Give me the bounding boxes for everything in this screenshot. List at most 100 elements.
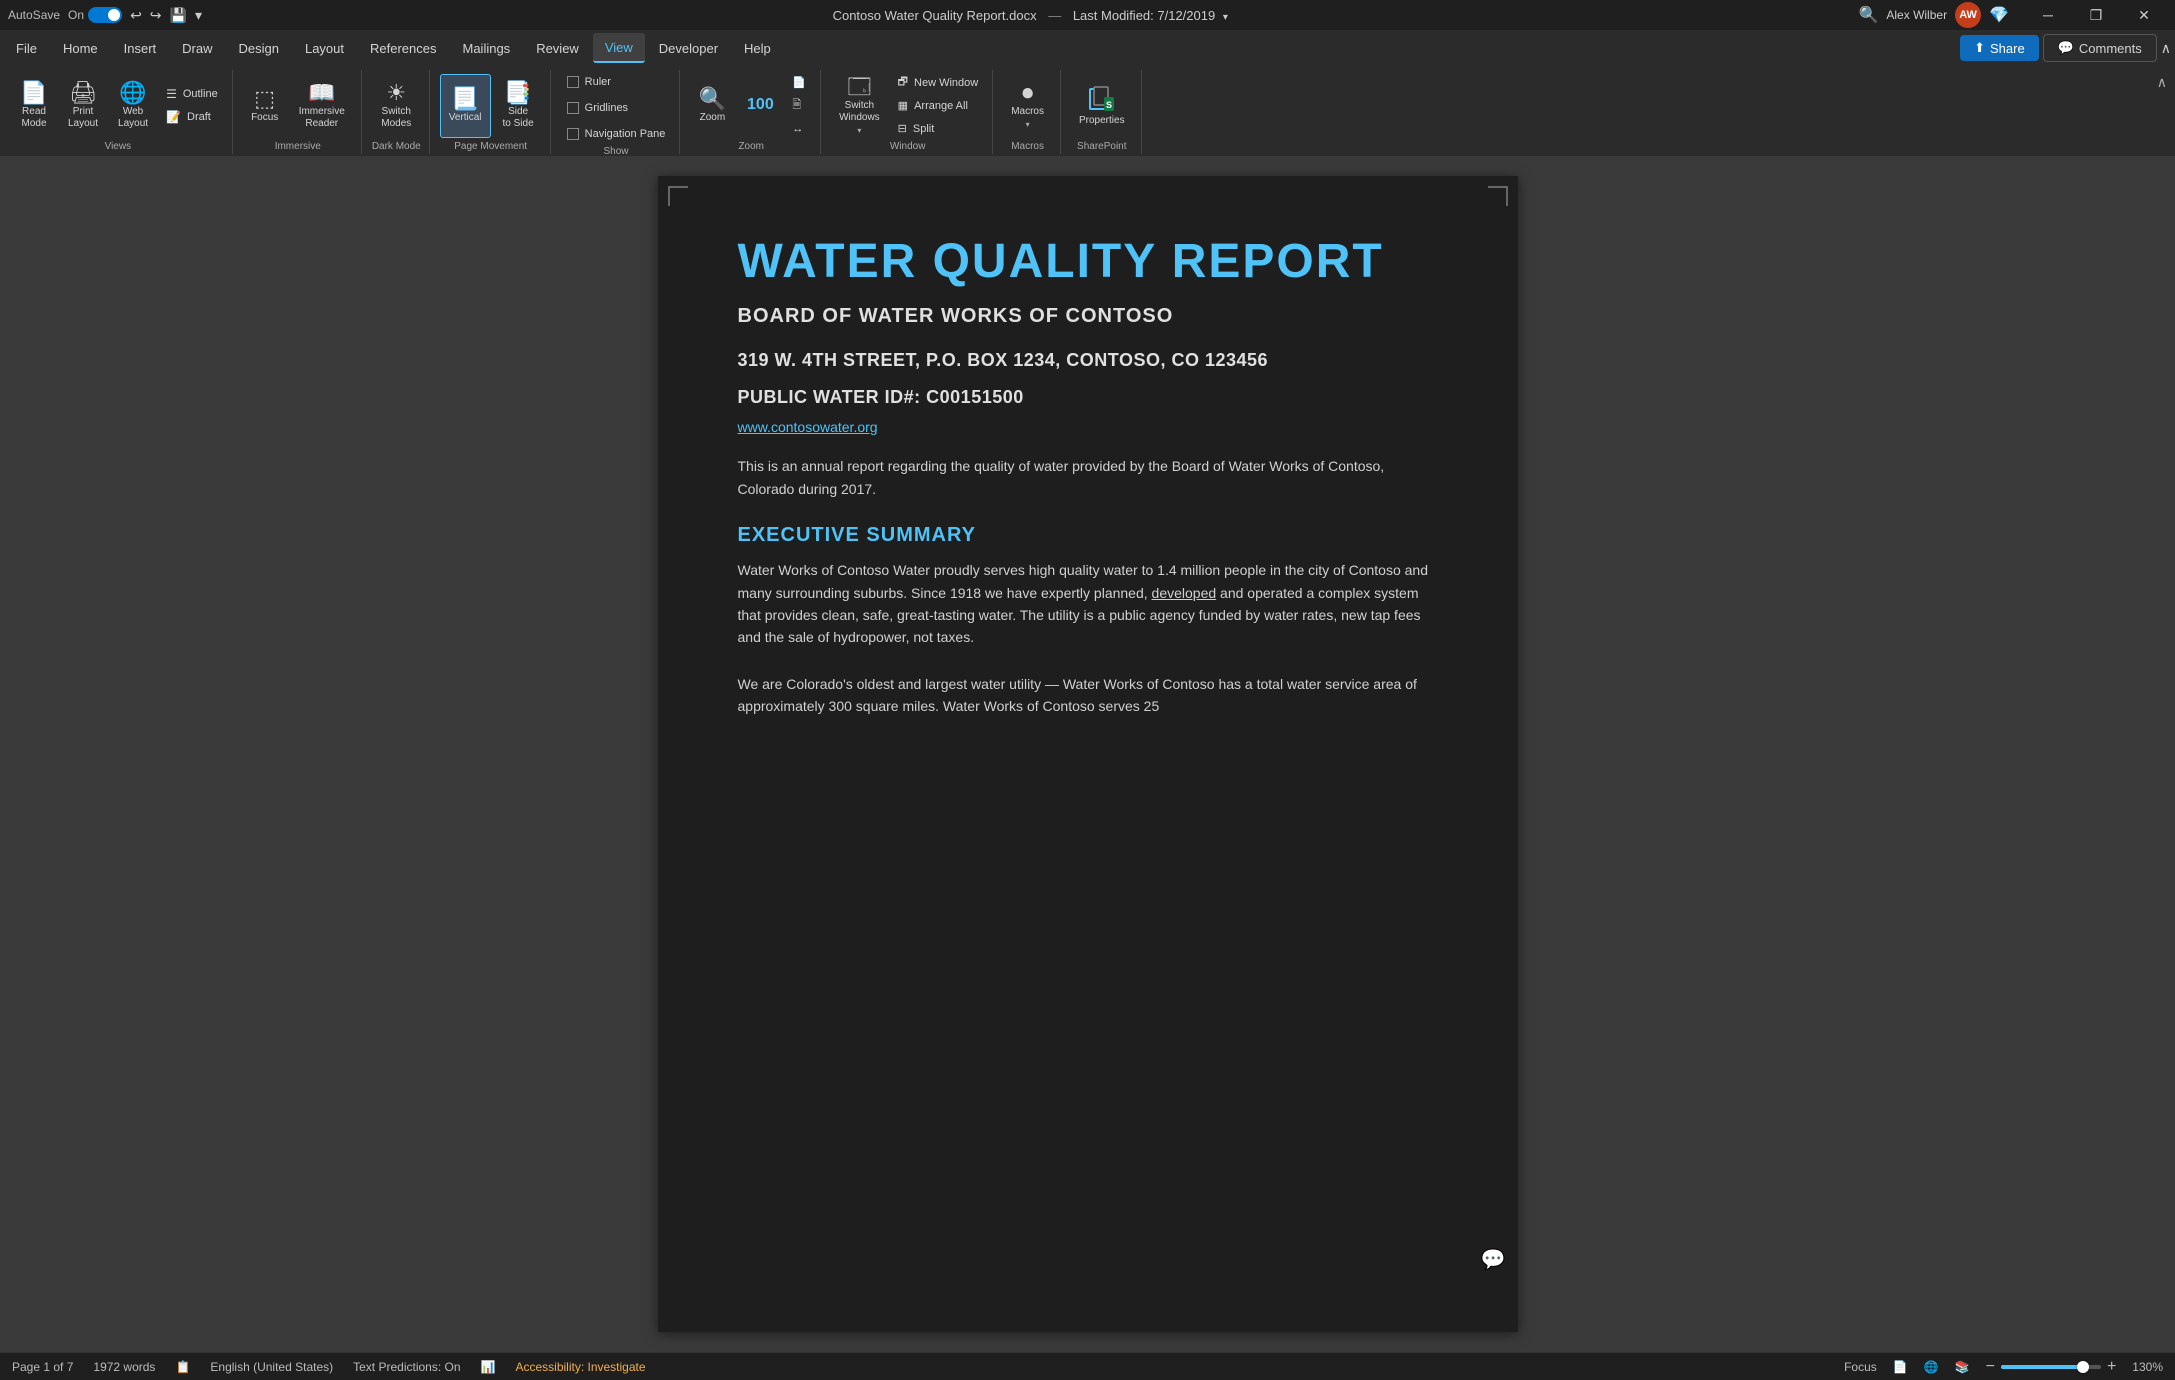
menu-draw[interactable]: Draw [170, 33, 224, 63]
side-to-side-button[interactable]: 📑 Sideto Side [495, 74, 542, 138]
web-layout-button[interactable]: 🌐 WebLayout [110, 74, 156, 138]
outline-button[interactable]: ☰ Outline [160, 84, 224, 104]
read-mode-status-icon[interactable]: 📚 [1955, 1360, 1970, 1374]
zoom-slider[interactable] [2001, 1365, 2101, 1369]
read-mode-button[interactable]: 📄 ReadMode [12, 74, 56, 138]
menu-developer[interactable]: Developer [647, 33, 730, 63]
restore-button[interactable]: ❐ [2073, 0, 2119, 30]
focus-button[interactable]: Focus [1844, 1360, 1877, 1374]
ribbon-group-zoom: 🔍 Zoom 100 📄 🗎 ↔ [682, 70, 821, 154]
menu-mailings[interactable]: Mailings [451, 33, 523, 63]
menu-file[interactable]: File [4, 33, 49, 63]
one-page-button[interactable]: 📄 [786, 73, 812, 93]
menu-insert[interactable]: Insert [112, 33, 169, 63]
menu-design[interactable]: Design [227, 33, 291, 63]
immersive-reader-button[interactable]: 📖 ImmersiveReader [291, 74, 353, 138]
multiple-pages-button[interactable]: 🗎 [786, 96, 812, 116]
user-area: Alex Wilber AW [1886, 2, 1981, 28]
redo-icon[interactable]: ↪ [150, 7, 162, 24]
user-name: Alex Wilber [1886, 8, 1947, 22]
customize-icon[interactable]: ▾ [195, 7, 202, 24]
menu-bar: File Home Insert Draw Design Layout Refe… [0, 30, 2175, 66]
immersive-label: Immersive [275, 139, 321, 152]
switch-windows-button[interactable]: 🗔 SwitchWindows ▾ [831, 74, 888, 138]
macros-icon: ⏺ [1022, 82, 1033, 104]
sharepoint-items: S Properties [1071, 72, 1133, 139]
gridlines-checkbox[interactable]: Gridlines [561, 98, 672, 118]
dark-mode-items: ☀ SwitchModes [373, 72, 419, 139]
small-views-group: ☰ Outline 📝 Draft [160, 84, 224, 127]
macros-button[interactable]: ⏺ Macros ▾ [1003, 74, 1052, 138]
zoom-100-button[interactable]: 100 [738, 74, 782, 138]
outline-icon: ☰ [166, 87, 177, 101]
proofing-icon[interactable]: 📋 [175, 1360, 190, 1374]
share-button[interactable]: ⬆ Share [1960, 35, 2039, 61]
menu-help[interactable]: Help [732, 33, 783, 63]
minimize-button[interactable]: ─ [2025, 0, 2071, 30]
comments-icon: 💬 [2058, 40, 2074, 56]
accessibility[interactable]: Accessibility: Investigate [515, 1360, 645, 1374]
language[interactable]: English (United States) [210, 1360, 333, 1374]
print-layout-status-icon[interactable]: 📄 [1893, 1360, 1908, 1374]
properties-button[interactable]: S Properties [1071, 74, 1133, 138]
switch-modes-button[interactable]: ☀ SwitchModes [373, 74, 419, 138]
close-button[interactable]: ✕ [2121, 0, 2167, 30]
autosave-on-label: On [68, 8, 84, 22]
undo-icon[interactable]: ↩ [130, 7, 142, 24]
ribbon-collapse-icon[interactable]: ∧ [2161, 40, 2171, 57]
switch-windows-icon: 🗔 [847, 76, 871, 98]
vertical-button[interactable]: 📃 Vertical [440, 74, 491, 138]
new-window-button[interactable]: 🗗 New Window [892, 73, 985, 93]
track-changes-icon[interactable]: 📊 [481, 1360, 496, 1374]
last-modified-dropdown-icon[interactable]: ▾ [1223, 12, 1228, 23]
document-address-block: 319 W. 4TH STREET, P.O. BOX 1234, CONTOS… [738, 346, 1438, 412]
draft-button[interactable]: 📝 Draft [160, 107, 224, 127]
ribbon-icon[interactable]: 💎 [1989, 5, 2009, 25]
comment-icon[interactable]: 💬 [1481, 1247, 1506, 1272]
avatar[interactable]: AW [1955, 2, 1981, 28]
macros-dropdown-icon: ▾ [1026, 120, 1030, 129]
last-modified: Last Modified: 7/12/2019 [1073, 8, 1215, 23]
ruler-checkbox[interactable]: Ruler [561, 72, 672, 92]
menu-references[interactable]: References [358, 33, 448, 63]
executive-summary-para2: We are Colorado's oldest and largest wat… [738, 673, 1438, 718]
menu-layout[interactable]: Layout [293, 33, 356, 63]
file-separator: — [1048, 8, 1061, 23]
gridlines-checkbox-icon [567, 102, 579, 114]
autosave-toggle-container: On [68, 7, 122, 23]
zoom-percent[interactable]: 130% [2132, 1360, 2163, 1374]
zoom-plus-button[interactable]: + [2107, 1358, 2116, 1376]
web-layout-icon: 🌐 [119, 82, 146, 104]
zoom-button[interactable]: 🔍 Zoom [690, 74, 734, 138]
share-icon: ⬆ [1974, 40, 1985, 56]
search-icon[interactable]: 🔍 [1858, 5, 1878, 25]
sharepoint-label: SharePoint [1077, 139, 1126, 152]
web-layout-status-icon[interactable]: 🌐 [1924, 1360, 1939, 1374]
print-layout-button[interactable]: 🖨 PrintLayout [60, 74, 106, 138]
page-width-button[interactable]: ↔ [786, 119, 812, 139]
ribbon-collapse-button[interactable]: ∧ [2157, 74, 2167, 91]
ribbon-group-sharepoint: S Properties SharePoint [1063, 70, 1142, 154]
focus-button[interactable]: ⬚ Focus [243, 74, 287, 138]
menu-view[interactable]: View [593, 33, 645, 63]
word-count: 1972 words [93, 1360, 155, 1374]
status-right: Focus 📄 🌐 📚 − + 130% [1844, 1358, 2163, 1376]
split-button[interactable]: ⊟ Split [892, 119, 985, 139]
zoom-slider-fill [2001, 1365, 2079, 1369]
zoom-minus-button[interactable]: − [1986, 1358, 1995, 1376]
page-movement-label: Page Movement [454, 139, 527, 152]
title-bar: AutoSave On ↩ ↪ 💾 ▾ Contoso Water Qualit… [0, 0, 2175, 30]
navigation-pane-checkbox[interactable]: Navigation Pane [561, 124, 672, 144]
menu-home[interactable]: Home [51, 33, 110, 63]
nav-pane-checkbox-icon [567, 128, 579, 140]
document-website-link[interactable]: www.contosowater.org [738, 419, 1438, 435]
zoom-slider-container: − + [1986, 1358, 2117, 1376]
file-title: Contoso Water Quality Report.docx — Last… [210, 8, 1850, 23]
app: AutoSave On ↩ ↪ 💾 ▾ Contoso Water Qualit… [0, 0, 2175, 1380]
save-icon[interactable]: 💾 [170, 7, 187, 24]
autosave-toggle[interactable] [88, 7, 122, 23]
page-info: Page 1 of 7 [12, 1360, 73, 1374]
arrange-all-button[interactable]: ▦ Arrange All [892, 96, 985, 116]
menu-review[interactable]: Review [524, 33, 591, 63]
comments-button[interactable]: 💬 Comments [2043, 34, 2157, 62]
